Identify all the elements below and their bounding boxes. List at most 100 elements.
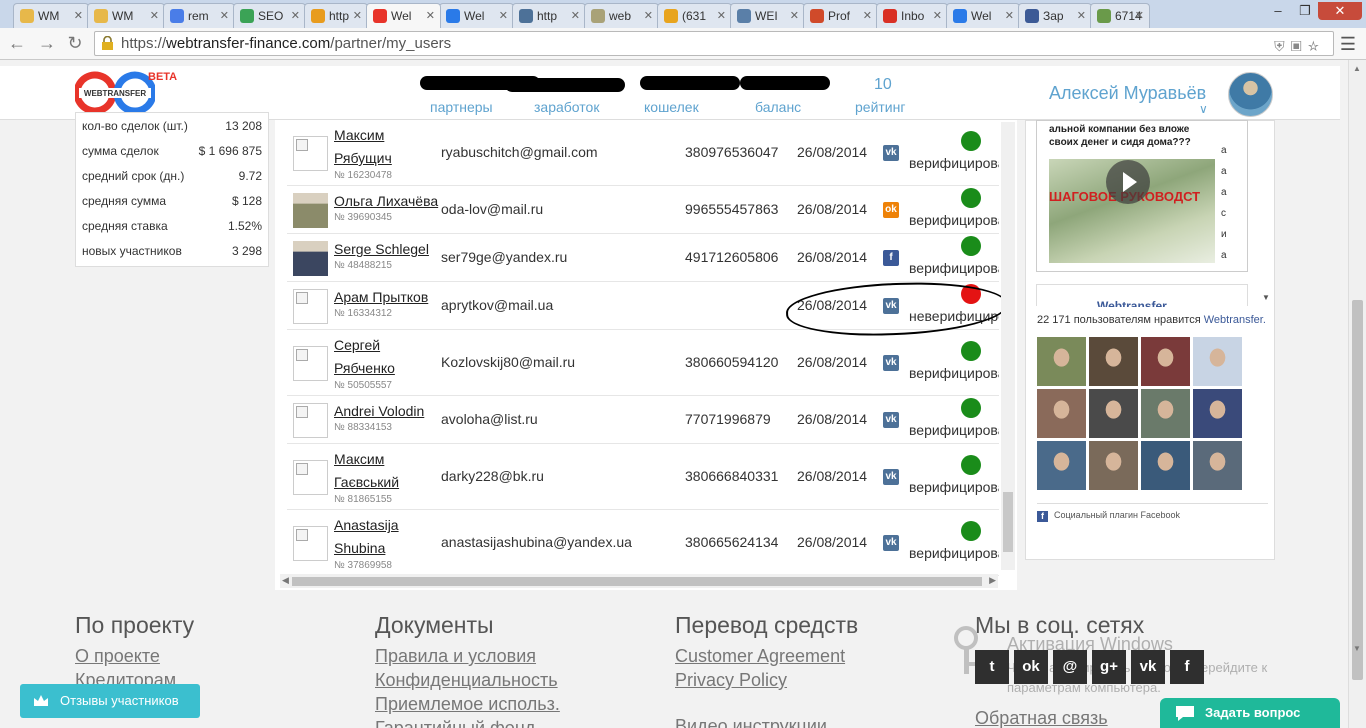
browser-tab[interactable]: 6714 ✕ [1090,3,1150,28]
user-thumbnail[interactable] [293,136,328,171]
forward-icon[interactable]: → [36,33,58,54]
fb-icon[interactable]: f [883,250,899,266]
close-tab-icon[interactable]: ✕ [1005,9,1014,22]
close-tab-icon[interactable]: ✕ [790,9,799,22]
facebook-fan-avatar[interactable] [1141,337,1190,386]
facebook-fan-avatar[interactable] [1141,441,1190,490]
close-tab-icon[interactable]: ✕ [291,9,300,22]
facebook-fan-avatar[interactable] [1089,337,1138,386]
user-thumbnail[interactable] [293,403,328,438]
close-tab-icon[interactable]: ✕ [571,9,580,22]
browser-tab[interactable]: Wel ✕ [439,3,514,28]
vk-icon[interactable]: vk [883,469,899,485]
facebook-fan-avatar[interactable] [1193,441,1242,490]
vk-icon[interactable]: vk [883,145,899,161]
user-thumbnail[interactable] [293,526,328,561]
browser-tab[interactable]: http ✕ [512,3,586,28]
close-tab-icon[interactable]: ✕ [1077,9,1086,22]
close-tab-icon[interactable]: ✕ [863,9,872,22]
nav-earnings[interactable]: заработок [534,99,599,115]
user-name-link[interactable]: Максим Гаєвський [334,448,399,494]
footer-link[interactable]: Гарантийный фонд [375,718,535,728]
mail-icon[interactable]: @ [1053,650,1087,684]
play-icon[interactable] [1106,160,1150,204]
user-name-link[interactable]: Andrei Volodin [334,400,424,423]
user-name-link[interactable]: Serge Schlegel [334,238,429,261]
browser-tab[interactable]: http ✕ [304,3,368,28]
scrollbar-thumb[interactable] [292,577,982,586]
close-tab-icon[interactable]: ✕ [499,9,508,22]
scroll-down-icon[interactable]: ▼ [1262,293,1270,302]
browser-tab[interactable]: Зар ✕ [1018,3,1092,28]
avatar[interactable] [1228,72,1273,117]
close-tab-icon[interactable]: ✕ [933,9,942,22]
chevron-down-icon[interactable]: ∨ [1199,102,1208,116]
user-name-link[interactable]: Максим Рябущич [334,124,392,170]
user-name-link[interactable]: Сергей Рябченко [334,334,395,380]
user-name-link[interactable]: Арам Прытков [334,286,428,309]
facebook-fan-avatar[interactable] [1193,389,1242,438]
user-thumbnail[interactable] [293,193,328,228]
footer-link[interactable]: О проекте [75,646,160,667]
table-horizontal-scrollbar[interactable]: ◀ ▶ [280,574,998,588]
user-name-link[interactable]: Anastasija Shubina [334,514,399,560]
facebook-fan-avatar[interactable] [1193,337,1242,386]
facebook-icon[interactable]: f [1170,650,1204,684]
close-tab-icon[interactable]: ✕ [1135,9,1144,22]
footer-feedback-link[interactable]: Обратная связь [975,708,1108,728]
footer-link[interactable]: Приемлемое использ. [375,694,560,715]
nav-balance[interactable]: баланс [755,99,801,115]
close-tab-icon[interactable]: ✕ [74,9,83,22]
table-vertical-scrollbar[interactable] [1001,122,1015,570]
user-thumbnail[interactable] [293,241,328,276]
address-input[interactable]: https://webtransfer-finance.com/partner/… [94,31,1334,56]
footer-link[interactable]: Правила и условия [375,646,536,667]
browser-tab[interactable]: (631 ✕ [657,3,732,28]
user-thumbnail[interactable] [293,346,328,381]
vk-icon[interactable]: vk [883,535,899,551]
facebook-fan-avatar[interactable] [1037,441,1086,490]
page-scrollbar[interactable]: ▲ ▼ [1348,60,1366,728]
facebook-page-name[interactable]: Webtransfer [1097,299,1167,307]
browser-tab[interactable]: Prof ✕ [803,3,878,28]
footer-link[interactable]: Privacy Policy [675,670,787,691]
browser-tab[interactable]: web ✕ [584,3,659,28]
maximize-icon[interactable]: ❐ [1292,2,1318,20]
vk-icon[interactable]: vk [883,412,899,428]
browser-tab[interactable]: WM ✕ [13,3,89,28]
browser-tab[interactable]: Wel ✕ [946,3,1020,28]
vk-icon[interactable]: vk [1131,650,1165,684]
nav-wallet[interactable]: кошелек [644,99,699,115]
scrollbar-thumb[interactable] [1003,492,1013,552]
extension-icons[interactable]: ⛨▣☆ [1274,35,1325,58]
facebook-fan-avatar[interactable] [1037,337,1086,386]
browser-tab[interactable]: Inbo ✕ [876,3,948,28]
nav-partners[interactable]: партнеры [430,99,493,115]
reviews-button[interactable]: Отзывы участников [20,684,200,718]
scroll-up-icon[interactable]: ▲ [1353,64,1361,73]
browser-menu-icon[interactable]: ☰ [1340,34,1356,55]
facebook-link[interactable]: Webtransfer. [1204,314,1266,326]
facebook-fan-avatar[interactable] [1037,389,1086,438]
facebook-fan-avatar[interactable] [1141,389,1190,438]
footer-link[interactable]: Конфиденциальность [375,670,558,691]
footer-video-instructions[interactable]: Видео инструкции [675,716,827,728]
scroll-right-icon[interactable]: ▶ [989,575,996,586]
user-thumbnail[interactable] [293,289,328,324]
twitter-icon[interactable]: t [975,650,1009,684]
scroll-left-icon[interactable]: ◀ [282,575,289,586]
close-tab-icon[interactable]: ✕ [426,9,435,22]
ok-icon[interactable]: ok [883,202,899,218]
close-tab-icon[interactable]: ✕ [220,9,229,22]
close-tab-icon[interactable]: ✕ [353,9,362,22]
facebook-fan-avatar[interactable] [1089,441,1138,490]
browser-tab[interactable]: SEO ✕ [233,3,306,28]
minimize-icon[interactable]: – [1265,2,1291,20]
google-plus-icon[interactable]: g+ [1092,650,1126,684]
nav-rating[interactable]: рейтинг [855,99,905,115]
vk-icon[interactable]: vk [883,355,899,371]
browser-tab[interactable]: WM ✕ [87,3,165,28]
ask-question-button[interactable]: Задать вопрос [1160,698,1340,728]
user-thumbnail[interactable] [293,460,328,495]
back-icon[interactable]: ← [6,33,28,54]
